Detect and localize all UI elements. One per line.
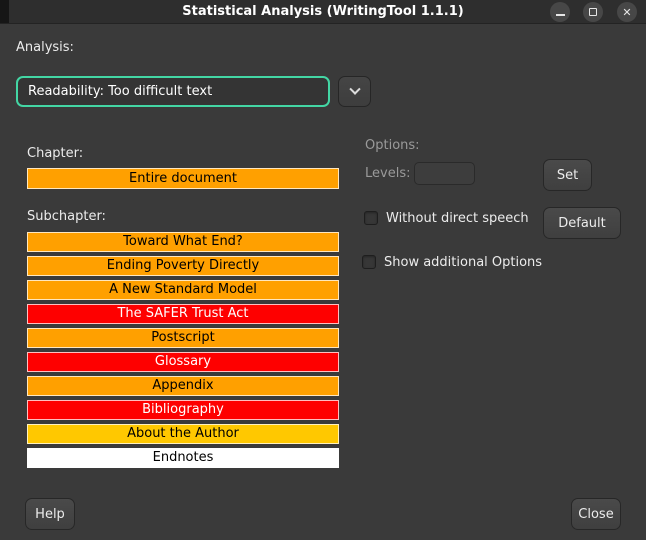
without-direct-speech-label[interactable]: Without direct speech	[386, 211, 529, 226]
subchapter-label: Subchapter:	[27, 209, 106, 224]
without-direct-speech-checkbox[interactable]	[364, 211, 378, 225]
maximize-icon	[589, 8, 597, 16]
subchapter-bar[interactable]: Appendix	[27, 376, 339, 396]
show-additional-options-label[interactable]: Show additional Options	[384, 255, 542, 270]
analysis-dropdown-button[interactable]	[338, 76, 371, 107]
close-window-button[interactable]: ✕	[617, 2, 637, 22]
help-button[interactable]: Help	[25, 498, 75, 530]
options-label: Options:	[365, 138, 420, 153]
subchapter-bar[interactable]: Endnotes	[27, 448, 339, 468]
subchapter-bar[interactable]: About the Author	[27, 424, 339, 444]
minimize-button[interactable]	[550, 2, 570, 22]
subchapter-bar[interactable]: Bibliography	[27, 400, 339, 420]
chapter-list: Entire document	[27, 168, 339, 189]
subchapter-bar[interactable]: Glossary	[27, 352, 339, 372]
close-icon: ✕	[622, 6, 631, 19]
maximize-button[interactable]	[583, 2, 603, 22]
subchapter-bar[interactable]: Ending Poverty Directly	[27, 256, 339, 276]
analysis-label: Analysis:	[16, 40, 74, 55]
subchapter-bar[interactable]: A New Standard Model	[27, 280, 339, 300]
levels-label: Levels:	[365, 166, 410, 181]
subchapter-bar[interactable]: Postscript	[27, 328, 339, 348]
chevron-down-icon	[349, 83, 360, 94]
close-button[interactable]: Close	[571, 498, 621, 530]
subchapter-bar[interactable]: Toward What End?	[27, 232, 339, 252]
chapter-label: Chapter:	[27, 146, 83, 161]
default-button[interactable]: Default	[543, 207, 621, 239]
levels-input[interactable]	[414, 162, 475, 185]
subchapter-list: Toward What End? Ending Poverty Directly A…	[27, 232, 339, 472]
show-additional-options-checkbox[interactable]	[362, 255, 376, 269]
subchapter-bar[interactable]: The SAFER Trust Act	[27, 304, 339, 324]
minimize-icon	[556, 14, 565, 16]
desktop-corner	[0, 0, 9, 23]
set-button[interactable]: Set	[543, 159, 592, 191]
chapter-bar[interactable]: Entire document	[27, 168, 339, 189]
analysis-combobox[interactable]: Readability: Too difficult text	[16, 76, 330, 107]
